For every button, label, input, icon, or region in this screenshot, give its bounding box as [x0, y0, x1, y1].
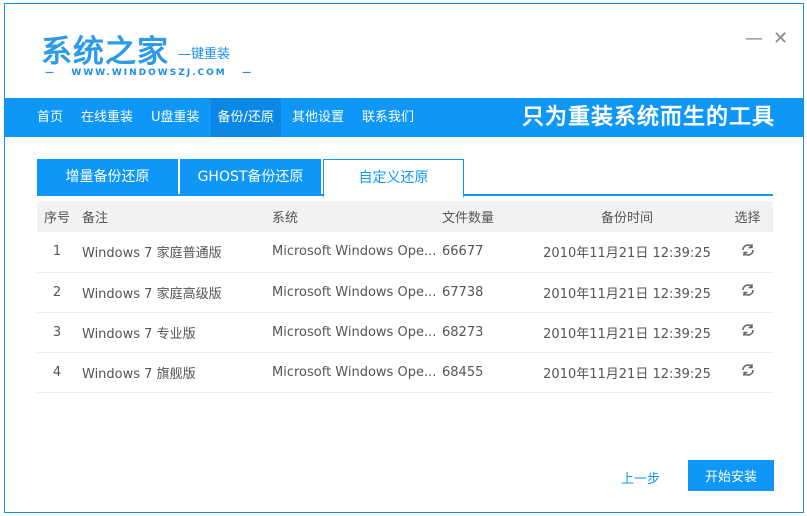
- restore-refresh-icon[interactable]: [740, 322, 756, 338]
- row-file-count: 68455: [442, 352, 532, 393]
- row-backup-time: 2010年11月21日 12:39:25: [532, 352, 722, 393]
- nav-home[interactable]: 首页: [30, 98, 70, 137]
- row-note: Windows 7 家庭普通版: [77, 232, 272, 273]
- row-system: Microsoft Windows Ope...: [272, 312, 442, 353]
- tab-ghost-restore[interactable]: GHOST备份还原: [180, 159, 321, 196]
- start-install-button[interactable]: 开始安装: [688, 460, 774, 491]
- row-select: [722, 272, 773, 313]
- slogan: 只为重装系统而生的工具: [521, 105, 775, 130]
- tab-custom-restore[interactable]: 自定义还原: [323, 159, 464, 198]
- nav-contact-us[interactable]: 联系我们: [355, 98, 421, 137]
- restore-refresh-icon[interactable]: [740, 362, 756, 378]
- backup-table: 序号 备注 系统 文件数量 备份时间 选择 1 Windows 7 家庭普通版 Mi…: [37, 201, 773, 393]
- row-system: Microsoft Windows Ope...: [272, 352, 442, 393]
- header-backup-time: 备份时间: [532, 201, 722, 232]
- row-file-count: 66677: [442, 232, 532, 273]
- row-note: Windows 7 家庭高级版: [77, 272, 272, 313]
- nav-other-settings[interactable]: 其他设置: [285, 98, 351, 137]
- header-system: 系统: [272, 201, 442, 232]
- main-nav: 首页 在线重装 U盘重装 备份/还原 其他设置 联系我们 只为重装系统而生的工具: [5, 98, 803, 137]
- restore-refresh-icon[interactable]: [740, 282, 756, 298]
- logo-subtitle: —键重装: [178, 47, 231, 62]
- table-row[interactable]: 1 Windows 7 家庭普通版 Microsoft Windows Ope...…: [37, 232, 773, 273]
- nav-online-reinstall[interactable]: 在线重装: [74, 98, 140, 137]
- row-system: Microsoft Windows Ope...: [272, 232, 442, 273]
- row-backup-time: 2010年11月21日 12:39:25: [532, 312, 722, 353]
- table-row[interactable]: 4 Windows 7 旗舰版 Microsoft Windows Ope... 68…: [37, 352, 773, 393]
- row-system: Microsoft Windows Ope...: [272, 272, 442, 313]
- restore-tabs: 增量备份还原 GHOST备份还原 自定义还原: [37, 159, 773, 198]
- header-index: 序号: [37, 201, 77, 232]
- row-select: [722, 312, 773, 353]
- row-index: 4: [37, 352, 77, 393]
- row-index: 2: [37, 272, 77, 313]
- logo-title: 系统之家: [41, 34, 169, 70]
- row-backup-time: 2010年11月21日 12:39:25: [532, 232, 722, 273]
- row-index: 3: [37, 312, 77, 353]
- logo-url-text: WWW.WINDOWSZJ.COM: [71, 68, 227, 78]
- previous-step-link[interactable]: 上一步: [621, 468, 660, 487]
- header-note: 备注: [77, 201, 272, 232]
- table-row[interactable]: 3 Windows 7 专业版 Microsoft Windows Ope... 68…: [37, 312, 773, 353]
- tab-incremental-restore[interactable]: 增量备份还原: [37, 159, 178, 196]
- logo: 系统之家 —键重装 — WWW.WINDOWSZJ.COM —: [41, 26, 251, 78]
- nav-backup-restore[interactable]: 备份/还原: [210, 98, 281, 137]
- header-file-count: 文件数量: [442, 201, 532, 232]
- row-select: [722, 352, 773, 393]
- row-note: Windows 7 专业版: [77, 312, 272, 353]
- row-file-count: 68273: [442, 312, 532, 353]
- app-window: 系统之家 —键重装 — WWW.WINDOWSZJ.COM — — ✕ 首页 在…: [4, 3, 804, 513]
- row-index: 1: [37, 232, 77, 273]
- restore-refresh-icon[interactable]: [740, 242, 756, 258]
- row-select: [722, 232, 773, 273]
- logo-url: — WWW.WINDOWSZJ.COM —: [45, 68, 254, 78]
- table-row[interactable]: 2 Windows 7 家庭高级版 Microsoft Windows Ope...…: [37, 272, 773, 313]
- minimize-button[interactable]: —: [745, 28, 763, 49]
- nav-usb-reinstall[interactable]: U盘重装: [144, 98, 207, 137]
- row-file-count: 67738: [442, 272, 532, 313]
- row-note: Windows 7 旗舰版: [77, 352, 272, 393]
- close-button[interactable]: ✕: [773, 28, 788, 49]
- header-select: 选择: [722, 201, 773, 232]
- row-backup-time: 2010年11月21日 12:39:25: [532, 272, 722, 313]
